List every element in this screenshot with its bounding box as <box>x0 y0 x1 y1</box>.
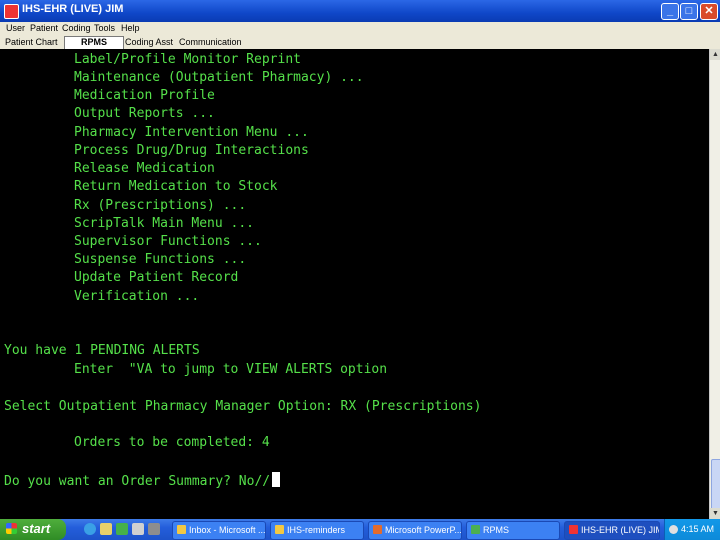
app-icon <box>4 4 19 19</box>
tab-coding-asst[interactable]: Coding Asst <box>122 37 176 48</box>
ehr-task-icon <box>569 525 578 534</box>
tray-status-icon[interactable] <box>669 525 678 534</box>
tab-bar: Patient Chart RPMS Coding Asst Communica… <box>0 36 720 50</box>
text-cursor[interactable] <box>272 472 281 487</box>
task-label: RPMS <box>483 525 510 535</box>
taskbar: start Inbox - Microsoft ... IHS-reminder… <box>0 519 720 540</box>
menu-option: Supervisor Functions ... <box>74 234 262 249</box>
internet-explorer-icon[interactable] <box>84 523 96 535</box>
rpms-terminal[interactable]: Label/Profile Monitor Reprint Maintenanc… <box>0 49 709 519</box>
task-label: Microsoft PowerP... <box>385 525 462 535</box>
alert-line: You have 1 PENDING ALERTS <box>4 343 200 358</box>
task-reminders[interactable]: IHS-reminders <box>270 521 364 540</box>
mail-icon[interactable] <box>132 523 144 535</box>
maximize-button[interactable]: □ <box>680 3 698 20</box>
task-inbox[interactable]: Inbox - Microsoft ... <box>172 521 266 540</box>
terminal-scrollbar[interactable]: ▲ ▼ <box>709 49 720 521</box>
system-tray: 4:15 AM <box>664 519 720 540</box>
menu-option: Suspense Functions ... <box>74 252 247 267</box>
clock[interactable]: 4:15 AM <box>681 524 714 534</box>
window-title-bar[interactable]: IHS-EHR (LIVE) JIM _ □ ✕ <box>0 0 720 22</box>
menu-option: Return Medication to Stock <box>74 179 278 194</box>
task-label: Inbox - Microsoft ... <box>189 525 266 535</box>
menu-help[interactable]: Help <box>121 23 140 33</box>
menu-option: Medication Profile <box>74 88 215 103</box>
menu-option: Verification ... <box>74 289 200 304</box>
menu-option: Rx (Prescriptions) ... <box>74 198 247 213</box>
menu-option: Process Drug/Drug Interactions <box>74 143 309 158</box>
folder-task-icon <box>275 525 284 534</box>
task-powerpoint[interactable]: Microsoft PowerP... <box>368 521 462 540</box>
task-label: IHS-EHR (LIVE) JIM <box>581 525 660 535</box>
tab-rpms[interactable]: RPMS <box>64 36 124 50</box>
scroll-up-arrow-icon[interactable]: ▲ <box>710 49 720 60</box>
start-button[interactable]: start <box>0 519 66 540</box>
outlook-icon[interactable] <box>100 523 112 535</box>
task-rpms[interactable]: RPMS <box>466 521 560 540</box>
select-option-prompt: Select Outpatient Pharmacy Manager Optio… <box>4 399 482 414</box>
menu-option: Output Reports ... <box>74 106 215 121</box>
close-button[interactable]: ✕ <box>700 3 718 20</box>
menu-option: Label/Profile Monitor Reprint <box>74 52 301 67</box>
menu-tools[interactable]: Tools <box>94 23 115 33</box>
menu-option: Release Medication <box>74 161 215 176</box>
menu-option: ScripTalk Main Menu ... <box>74 216 255 231</box>
app-shortcut-icon[interactable] <box>148 523 160 535</box>
tab-communication[interactable]: Communication <box>176 37 245 48</box>
alert-hint: Enter "VA to jump to VIEW ALERTS option <box>74 362 388 377</box>
minimize-button[interactable]: _ <box>661 3 679 20</box>
menu-option: Pharmacy Intervention Menu ... <box>74 125 309 140</box>
rpms-task-icon <box>471 525 480 534</box>
order-summary-prompt-line: Do you want an Order Summary? No// <box>4 472 281 490</box>
menu-user[interactable]: User <box>6 23 25 33</box>
start-label: start <box>22 521 51 536</box>
menu-option: Maintenance (Outpatient Pharmacy) ... <box>74 70 364 85</box>
menu-coding[interactable]: Coding <box>62 23 91 33</box>
tab-patient-chart[interactable]: Patient Chart <box>2 37 61 48</box>
powerpoint-task-icon <box>373 525 382 534</box>
menu-option: Update Patient Record <box>74 270 239 285</box>
desktop-icon[interactable] <box>116 523 128 535</box>
task-label: IHS-reminders <box>287 525 346 535</box>
orders-count-line: Orders to be completed: 4 <box>74 435 270 450</box>
menu-bar: User Patient Coding Tools Help <box>0 22 720 36</box>
window-title: IHS-EHR (LIVE) JIM <box>22 3 124 15</box>
scroll-down-arrow-icon[interactable]: ▼ <box>710 508 720 519</box>
menu-patient[interactable]: Patient <box>30 23 58 33</box>
task-ihs-ehr[interactable]: IHS-EHR (LIVE) JIM <box>564 521 660 540</box>
order-summary-prompt: Do you want an Order Summary? No// <box>4 474 271 489</box>
windows-logo-icon <box>6 523 17 534</box>
outlook-task-icon <box>177 525 186 534</box>
